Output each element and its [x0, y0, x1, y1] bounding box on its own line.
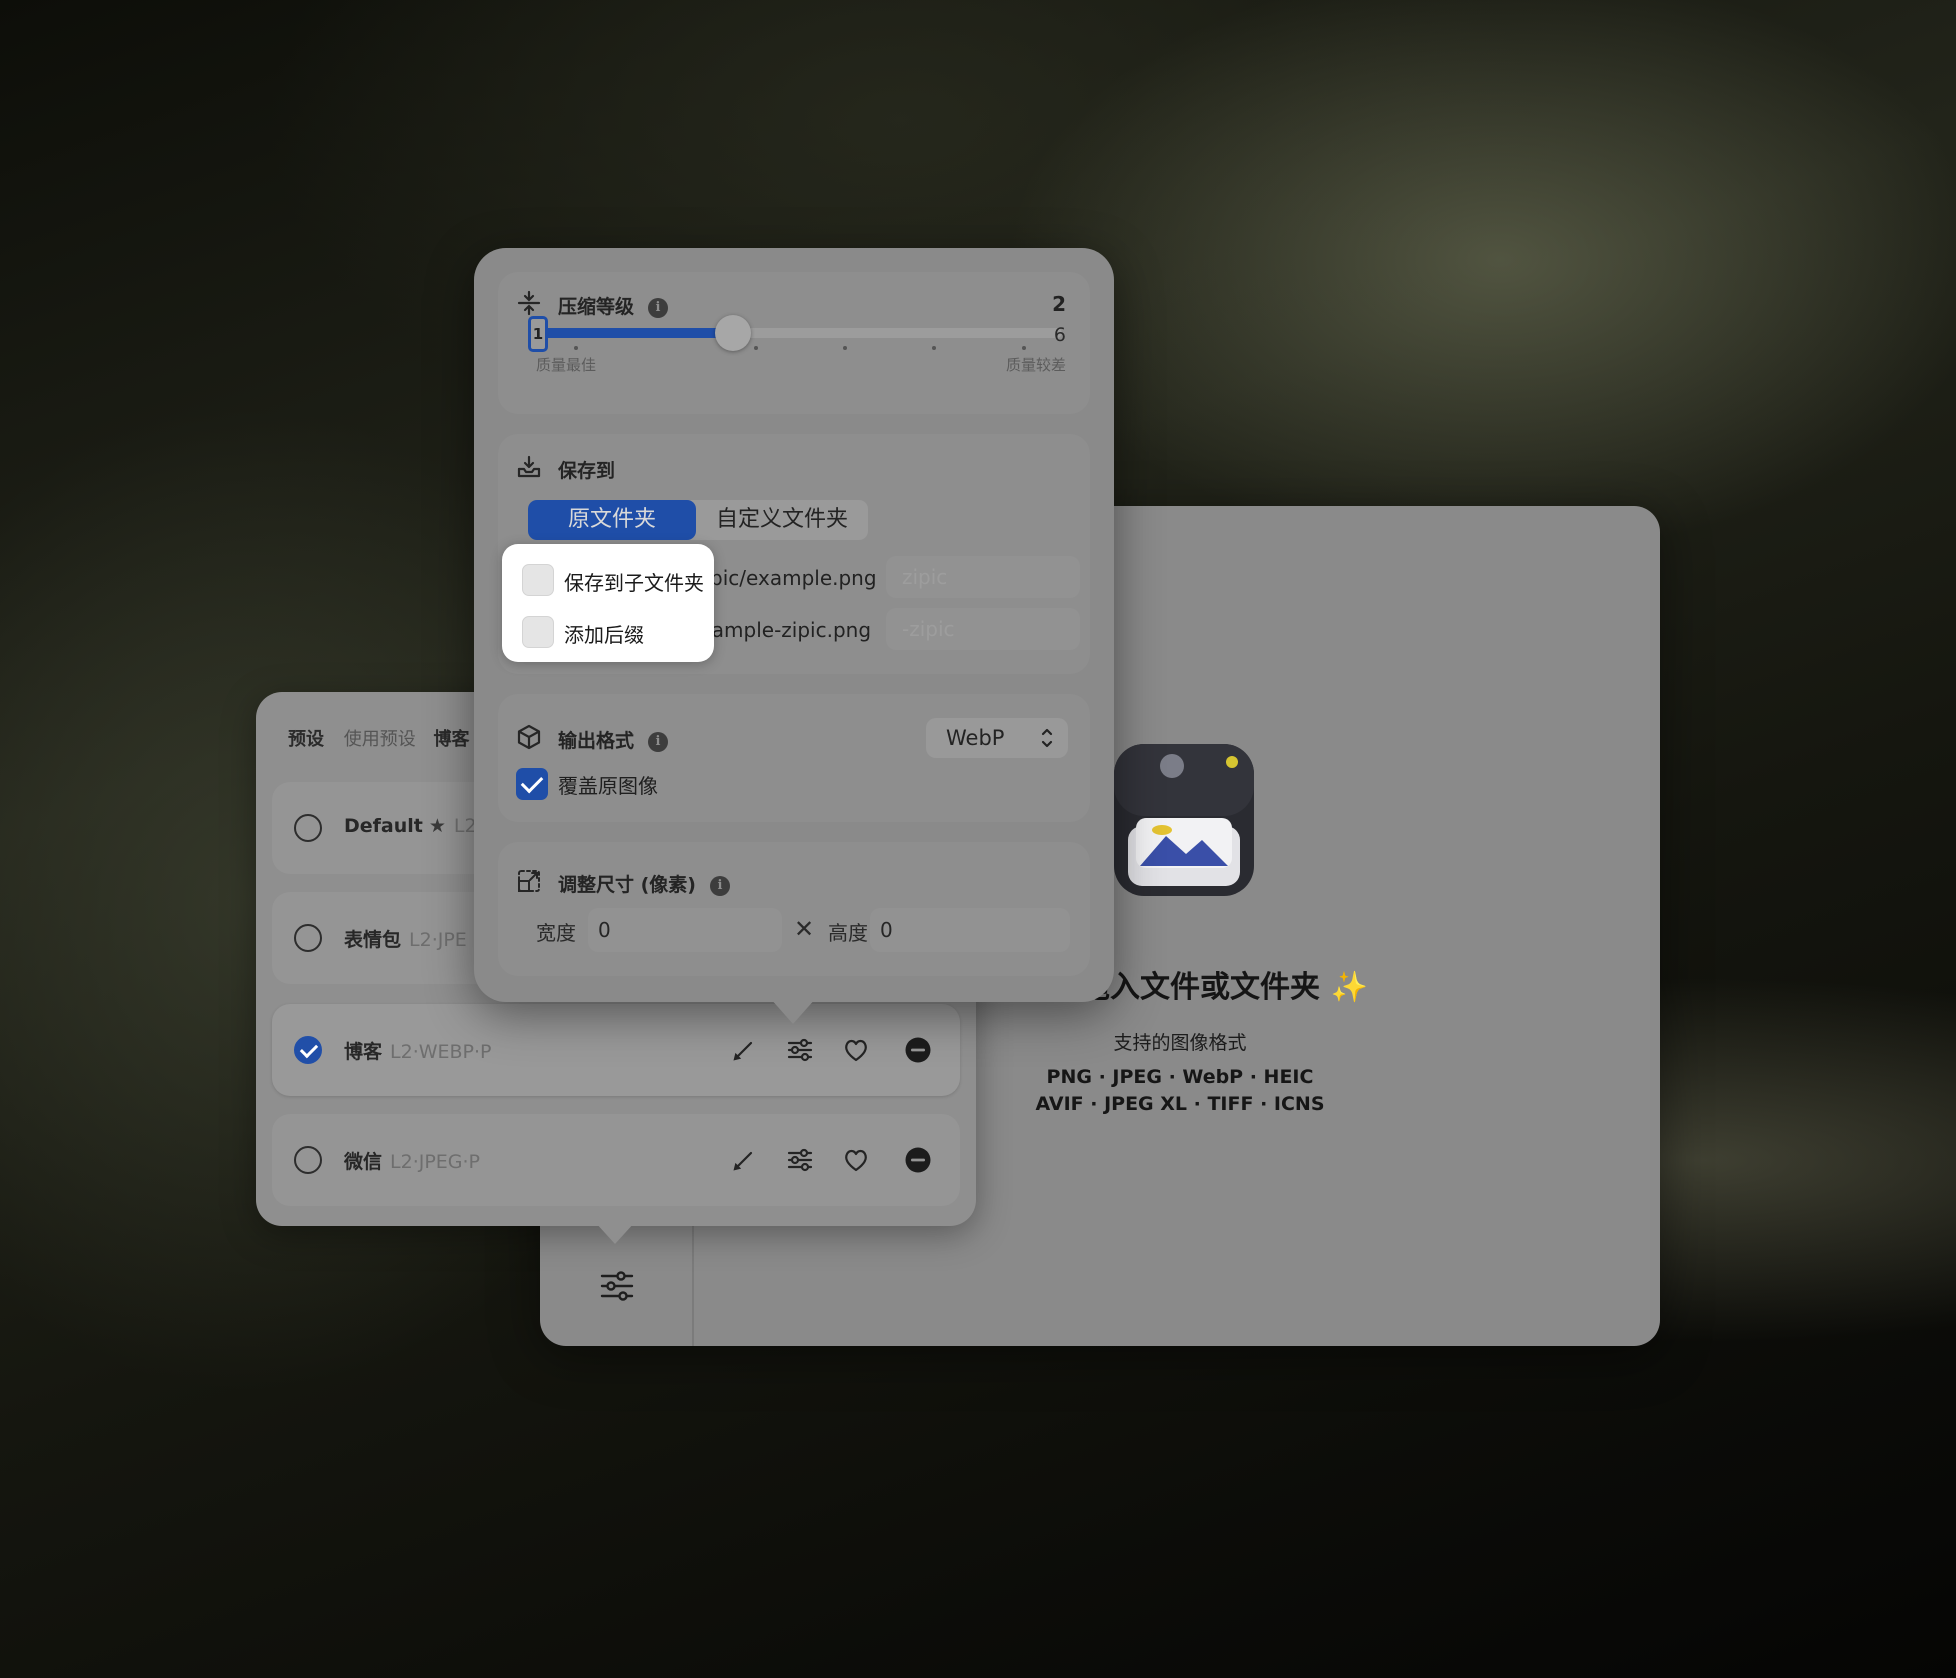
tray-download-icon — [516, 454, 542, 480]
preset-radio[interactable] — [294, 1146, 322, 1174]
preset-radio[interactable] — [294, 814, 322, 842]
format-select-value: WebP — [946, 726, 1005, 750]
preset-row-wechat[interactable]: 微信 L2·JPEG·P — [272, 1114, 960, 1206]
resize-card: 调整尺寸 (像素) i 宽度 0 ✕ 高度 0 — [498, 842, 1090, 976]
preset-tags: L2·JPE — [409, 929, 467, 951]
pencil-icon[interactable] — [728, 1034, 760, 1066]
output-format-title-text: 输出格式 — [558, 730, 635, 752]
slider-max-label: 6 — [1053, 324, 1066, 346]
slider-fill — [538, 328, 733, 338]
preset-row-blog[interactable]: 博客 L2·WEBP·P — [272, 1004, 960, 1096]
info-icon[interactable]: i — [648, 298, 669, 318]
width-label: 宽度 — [536, 921, 576, 945]
preset-name: 博客 L2·WEBP·P — [344, 1037, 492, 1064]
preset-name: 微信 L2·JPEG·P — [344, 1147, 480, 1174]
slider-tick — [754, 346, 758, 350]
preset-tags: L2·WEBP·P — [390, 1041, 492, 1063]
slider-min-caption: 质量最佳 — [536, 356, 597, 374]
info-icon[interactable]: i — [648, 732, 669, 752]
resize-icon — [516, 868, 542, 894]
segment-custom-folder[interactable]: 自定义文件夹 — [696, 500, 868, 540]
sliders-icon[interactable] — [597, 1266, 637, 1306]
preset-name: 表情包 L2·JPE — [344, 925, 467, 952]
save-location-segmented: 原文件夹 自定义文件夹 — [528, 500, 868, 540]
presets-title: 预设 — [288, 729, 324, 750]
presets-subtitle: 使用预设 — [343, 729, 416, 750]
resize-title: 调整尺寸 (像素) i — [558, 870, 730, 897]
supported-formats-list: PNG · JPEG · WebP · HEIC AVIF · JPEG XL … — [1000, 1064, 1360, 1118]
remove-icon[interactable] — [902, 1144, 934, 1176]
star-icon: ★ — [428, 815, 446, 837]
slider-min-label: 1 — [528, 316, 548, 352]
suffix-checkbox[interactable] — [522, 616, 554, 648]
compression-title-text: 压缩等级 — [558, 296, 635, 318]
sliders-icon[interactable] — [784, 1144, 816, 1176]
width-input[interactable]: 0 — [588, 908, 782, 952]
resize-title-text: 调整尺寸 (像素) — [558, 874, 696, 896]
subfolder-checkbox[interactable] — [522, 564, 554, 596]
height-label: 高度 — [828, 921, 868, 945]
preset-name-text: 表情包 — [344, 929, 402, 951]
output-format-card: 输出格式 i WebP 覆盖原图像 — [498, 694, 1090, 822]
times-icon: ✕ — [794, 915, 815, 943]
overwrite-checkbox[interactable] — [516, 768, 548, 800]
format-select[interactable]: WebP — [926, 718, 1068, 758]
save-options-highlight: 保存到子文件夹 添加后缀 — [502, 544, 714, 662]
height-input[interactable]: 0 — [870, 908, 1070, 952]
heart-icon[interactable] — [840, 1034, 872, 1066]
pencil-icon[interactable] — [728, 1144, 760, 1176]
preset-tags: L2·JPEG·P — [390, 1151, 481, 1173]
subfolder-input[interactable]: zipic — [886, 556, 1080, 598]
drop-title: 拖入文件或文件夹 ✨ — [1080, 970, 1368, 1005]
formats-line: PNG · JPEG · WebP · HEIC — [1046, 1066, 1314, 1088]
preset-radio[interactable] — [294, 924, 322, 952]
current-preset: 博客 — [433, 729, 470, 750]
slider-max-caption: 质量较差 — [1005, 356, 1066, 374]
compression-value: 2 — [1052, 292, 1066, 316]
preset-name-text: 微信 — [344, 1151, 383, 1173]
chevron-updown-icon — [1040, 718, 1054, 764]
preset-name: Default ★ L2 — [344, 815, 477, 837]
heart-icon[interactable] — [840, 1144, 872, 1176]
save-to-title: 保存到 — [558, 460, 616, 482]
slider-tick — [574, 346, 578, 350]
info-icon[interactable]: i — [709, 876, 730, 896]
cube-icon — [516, 724, 542, 750]
preset-name-text: 博客 — [344, 1041, 383, 1063]
subfolder-example: zipic/example.png — [694, 566, 877, 590]
compression-slider[interactable] — [538, 328, 1062, 338]
compression-card: 压缩等级 i 2 1 6 质量最佳 质量较差 — [498, 272, 1090, 414]
preset-radio[interactable] — [294, 1036, 322, 1064]
slider-tick — [1022, 346, 1026, 350]
resize-row: 宽度 0 ✕ 高度 0 — [506, 908, 1082, 952]
remove-icon[interactable] — [902, 1034, 934, 1066]
slider-thumb[interactable] — [714, 315, 751, 351]
compress-icon — [516, 290, 542, 316]
suffix-input[interactable]: -zipic — [886, 608, 1080, 650]
presets-header: 预设 使用预设 博客 — [288, 725, 469, 751]
subfolder-label: 保存到子文件夹 — [564, 571, 704, 595]
supported-formats-label: 支持的图像格式 — [1113, 1032, 1247, 1054]
preset-name-text: Default — [344, 815, 423, 837]
overwrite-label: 覆盖原图像 — [558, 774, 658, 798]
formats-line: AVIF · JPEG XL · TIFF · ICNS — [1035, 1093, 1325, 1115]
compression-title: 压缩等级 i — [558, 292, 669, 319]
output-format-title: 输出格式 i — [558, 726, 669, 753]
segment-original-folder[interactable]: 原文件夹 — [528, 500, 696, 540]
app-logo-icon — [1110, 740, 1258, 900]
sliders-icon[interactable] — [784, 1034, 816, 1066]
suffix-example: example-zipic.png — [688, 618, 872, 642]
suffix-label: 添加后缀 — [564, 623, 644, 647]
slider-tick — [843, 346, 847, 350]
slider-tick — [932, 346, 936, 350]
